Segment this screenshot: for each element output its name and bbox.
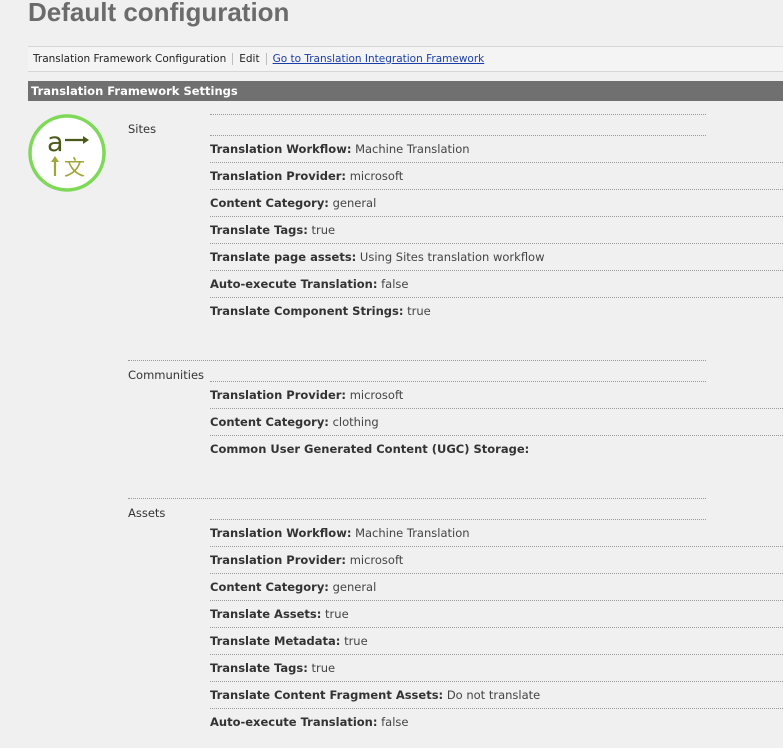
setting-row: Translation Workflow: Machine Translatio… — [210, 136, 783, 163]
setting-value: general — [332, 196, 377, 210]
setting-row: Translate Tags: true — [210, 217, 783, 244]
setting-value: false — [381, 277, 409, 291]
setting-key: Translate Assets: — [210, 607, 322, 621]
setting-value: clothing — [332, 415, 379, 429]
setting-key: Translation Provider: — [210, 553, 347, 567]
setting-value: Do not translate — [446, 688, 541, 702]
logo-letter-cjk: 文 — [64, 156, 85, 180]
tab-edit[interactable]: Edit — [232, 53, 265, 65]
setting-value: general — [332, 580, 377, 594]
setting-row: Translation Workflow: Machine Translatio… — [210, 520, 783, 547]
setting-value: true — [407, 304, 431, 318]
setting-row: Common User Generated Content (UGC) Stor… — [210, 436, 783, 463]
link-translation-integration-framework[interactable]: Go to Translation Integration Framework — [265, 53, 491, 65]
translation-icon: a 文 — [28, 114, 106, 192]
setting-value: Using Sites translation workflow — [359, 250, 545, 264]
setting-row: Translate Assets: true — [210, 601, 783, 628]
setting-key: Translate Component Strings: — [210, 304, 404, 318]
setting-key: Translation Workflow: — [210, 142, 352, 156]
setting-key: Translate page assets: — [210, 250, 357, 264]
setting-row: Content Category: general — [210, 574, 783, 601]
setting-key: Translate Tags: — [210, 661, 308, 675]
setting-value: true — [311, 661, 336, 675]
setting-key: Content Category: — [210, 196, 329, 210]
setting-row: Content Category: general — [210, 190, 783, 217]
group-label-assets: Assets — [128, 506, 166, 520]
group-label-sites: Sites — [128, 122, 157, 136]
setting-row: Translation Provider: microsoft — [210, 547, 783, 574]
setting-row: Translation Provider: microsoft — [210, 382, 783, 409]
setting-row: Auto-execute Translation: false — [210, 271, 783, 298]
divider — [210, 114, 706, 115]
setting-row: Translate page assets: Using Sites trans… — [210, 244, 783, 271]
divider — [128, 498, 706, 499]
setting-key: Translation Provider: — [210, 169, 347, 183]
setting-row: Translate Content Fragment Assets: Do no… — [210, 682, 783, 709]
group-label-communities: Communities — [128, 368, 205, 382]
setting-value: Machine Translation — [355, 142, 470, 156]
tab-translation-framework-configuration[interactable]: Translation Framework Configuration — [28, 53, 232, 65]
setting-key: Common User Generated Content (UGC) Stor… — [210, 442, 530, 456]
setting-row: Translation Provider: microsoft — [210, 163, 783, 190]
tab-bar: Translation Framework Configuration Edit… — [28, 46, 783, 72]
setting-key: Content Category: — [210, 415, 329, 429]
setting-value: microsoft — [349, 553, 404, 567]
setting-row: Translate Component Strings: true — [210, 298, 783, 325]
divider — [128, 360, 706, 361]
setting-key: Translation Workflow: — [210, 526, 352, 540]
setting-value: false — [381, 715, 409, 729]
setting-key: Content Category: — [210, 580, 329, 594]
setting-value: microsoft — [349, 388, 404, 402]
setting-key: Auto-execute Translation: — [210, 277, 378, 291]
section-header: Translation Framework Settings — [28, 81, 783, 101]
setting-row: Auto-execute Translation: false — [210, 709, 783, 736]
setting-value: true — [311, 223, 336, 237]
setting-key: Translate Content Fragment Assets: — [210, 688, 444, 702]
setting-key: Translate Tags: — [210, 223, 308, 237]
setting-row: Translate Metadata: true — [210, 628, 783, 655]
setting-value: Machine Translation — [355, 526, 470, 540]
setting-key: Translate Metadata: — [210, 634, 341, 648]
setting-value: true — [325, 607, 349, 621]
setting-key: Auto-execute Translation: — [210, 715, 378, 729]
logo-letter-latin: a — [47, 127, 64, 158]
setting-key: Translation Provider: — [210, 388, 347, 402]
page-title: Default configuration — [28, 0, 290, 27]
setting-value: true — [344, 634, 368, 648]
setting-value: microsoft — [349, 169, 404, 183]
setting-row: Translate Tags: true — [210, 655, 783, 682]
setting-row: Content Category: clothing — [210, 409, 783, 436]
